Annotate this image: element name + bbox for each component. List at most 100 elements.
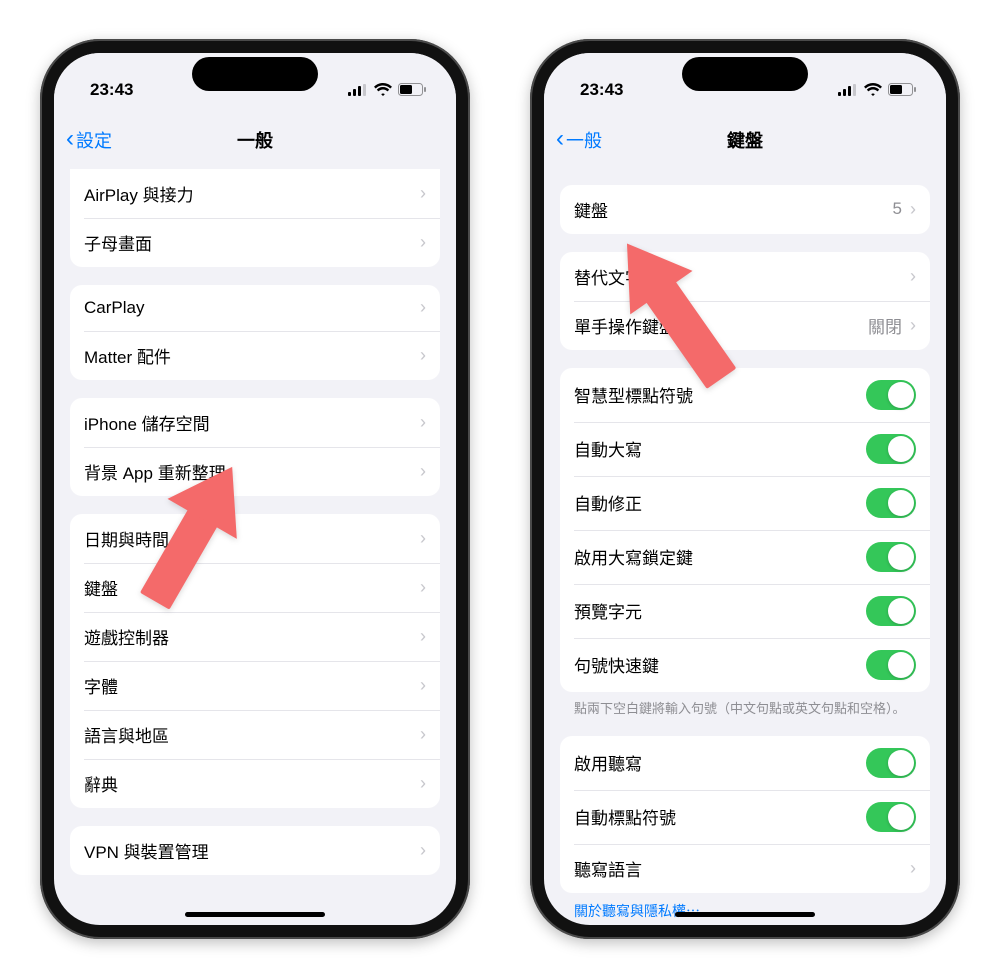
wifi-icon (864, 83, 882, 96)
toggle-switch[interactable] (866, 542, 916, 572)
status-right (348, 83, 426, 96)
chevron-right-icon: › (420, 577, 426, 598)
group-footer: 點兩下空白鍵將輸入句號（中文句點或英文句點和空格）。 (560, 692, 930, 718)
chevron-right-icon: › (420, 528, 426, 549)
chevron-right-icon: › (910, 315, 916, 336)
chevron-right-icon: › (420, 675, 426, 696)
row-one-handed[interactable]: 單手操作鍵盤 關閉 › (560, 301, 930, 350)
chevron-right-icon: › (910, 199, 916, 220)
row-auto-correct: 自動修正 (560, 476, 930, 530)
row-label: 自動修正 (574, 490, 642, 515)
toggle-switch[interactable] (866, 488, 916, 518)
toggle-switch[interactable] (866, 596, 916, 626)
chevron-right-icon: › (420, 626, 426, 647)
battery-icon (398, 83, 426, 96)
status-right (838, 83, 916, 96)
status-time: 23:43 (90, 80, 133, 100)
nav-title: 一般 (54, 127, 456, 153)
group-dictation: 啟用聽寫 自動標點符號 聽寫語言› (560, 736, 930, 893)
chevron-right-icon: › (420, 773, 426, 794)
row-detail: 5 (893, 199, 902, 219)
row-label: 辭典 (84, 771, 118, 796)
wifi-icon (374, 83, 392, 96)
row-game-controller[interactable]: 遊戲控制器 › (70, 612, 440, 661)
row-period-shortcut: 句號快速鍵 (560, 638, 930, 692)
row-fonts[interactable]: 字體 › (70, 661, 440, 710)
row-date-time[interactable]: 日期與時間 › (70, 514, 440, 563)
row-auto-punctuation: 自動標點符號 (560, 790, 930, 844)
row-carplay[interactable]: CarPlay› (70, 285, 440, 331)
row-dictation-language[interactable]: 聽寫語言› (560, 844, 930, 893)
toggle-switch[interactable] (866, 650, 916, 680)
row-pip[interactable]: 子母畫面› (70, 218, 440, 267)
chevron-right-icon: › (420, 461, 426, 482)
toggle-switch[interactable] (866, 380, 916, 410)
row-language-region[interactable]: 語言與地區 › (70, 710, 440, 759)
back-button[interactable]: ‹ 一般 (556, 127, 602, 153)
chevron-right-icon: › (420, 412, 426, 433)
toggle-switch[interactable] (866, 802, 916, 832)
cellular-icon (348, 84, 368, 96)
row-label: 啟用聽寫 (574, 750, 642, 775)
row-label: 預覽字元 (574, 598, 642, 623)
row-matter[interactable]: Matter 配件› (70, 331, 440, 380)
dynamic-island (682, 57, 808, 91)
nav-bar: ‹ 設定 一般 (54, 117, 456, 163)
back-label: 一般 (566, 127, 602, 153)
home-indicator[interactable] (185, 912, 325, 917)
section-header-handwriting: 手寫 (560, 921, 930, 925)
row-label: 字體 (84, 673, 118, 698)
home-indicator[interactable] (675, 912, 815, 917)
row-enable-dictation: 啟用聽寫 (560, 736, 930, 790)
row-label: 啟用大寫鎖定鍵 (574, 544, 693, 569)
row-background-refresh[interactable]: 背景 App 重新整理› (70, 447, 440, 496)
row-dictionary[interactable]: 辭典 › (70, 759, 440, 808)
keyboard-content[interactable]: 鍵盤 5 › 替代文字 › 單手操作鍵盤 關閉 › (544, 163, 946, 925)
chevron-left-icon: ‹ (66, 127, 74, 151)
row-character-preview: 預覽字元 (560, 584, 930, 638)
row-label: 語言與地區 (84, 722, 169, 747)
back-button[interactable]: ‹ 設定 (66, 127, 112, 153)
chevron-right-icon: › (420, 840, 426, 861)
row-storage[interactable]: iPhone 儲存空間 › (70, 398, 440, 447)
row-label: CarPlay (84, 298, 144, 318)
phone-mockup-general: 23:43 ‹ 設定 一般 AirPlay 與接力 › (40, 39, 470, 939)
row-auto-capitalize: 自動大寫 (560, 422, 930, 476)
row-label: 子母畫面 (84, 230, 152, 255)
nav-bar: ‹ 一般 鍵盤 (544, 117, 946, 163)
row-label: 單手操作鍵盤 (574, 313, 676, 338)
row-text-replacement[interactable]: 替代文字 › (560, 252, 930, 301)
row-label: VPN 與裝置管理 (84, 838, 209, 863)
row-label: 遊戲控制器 (84, 624, 169, 649)
row-label: AirPlay 與接力 (84, 181, 194, 206)
row-label: Matter 配件 (84, 343, 171, 368)
row-label: 智慧型標點符號 (574, 382, 693, 407)
group-display: AirPlay 與接力 › 子母畫面› (70, 169, 440, 267)
group-carplay: CarPlay› Matter 配件› (70, 285, 440, 380)
chevron-right-icon: › (910, 266, 916, 287)
dynamic-island (192, 57, 318, 91)
row-detail: 關閉 (868, 313, 902, 338)
chevron-right-icon: › (420, 183, 426, 204)
row-keyboards[interactable]: 鍵盤 5 › (560, 185, 930, 234)
chevron-right-icon: › (420, 724, 426, 745)
group-vpn: VPN 與裝置管理 › (70, 826, 440, 875)
row-label: 句號快速鍵 (574, 652, 659, 677)
row-label: 日期與時間 (84, 526, 169, 551)
chevron-right-icon: › (910, 858, 916, 879)
row-vpn[interactable]: VPN 與裝置管理 › (70, 826, 440, 875)
screen-general: 23:43 ‹ 設定 一般 AirPlay 與接力 › (54, 53, 456, 925)
row-keyboard[interactable]: 鍵盤 › (70, 563, 440, 612)
group-text-options: 替代文字 › 單手操作鍵盤 關閉 › (560, 252, 930, 350)
chevron-left-icon: ‹ (556, 127, 564, 151)
row-label: 鍵盤 (84, 575, 118, 600)
row-label: 鍵盤 (574, 197, 608, 222)
toggle-switch[interactable] (866, 748, 916, 778)
screen-keyboard: 23:43 ‹ 一般 鍵盤 鍵 (544, 53, 946, 925)
settings-content[interactable]: AirPlay 與接力› 子母畫面› CarPlay› Matter 配件› i… (54, 163, 456, 925)
row-airplay[interactable]: AirPlay 與接力 › (70, 169, 440, 218)
group-system: 日期與時間 › 鍵盤 › 遊戲控制器 › 字體 › 語言與地區 › 辭典 › (70, 514, 440, 808)
row-label: iPhone 儲存空間 (84, 410, 210, 435)
row-label: 自動大寫 (574, 436, 642, 461)
toggle-switch[interactable] (866, 434, 916, 464)
